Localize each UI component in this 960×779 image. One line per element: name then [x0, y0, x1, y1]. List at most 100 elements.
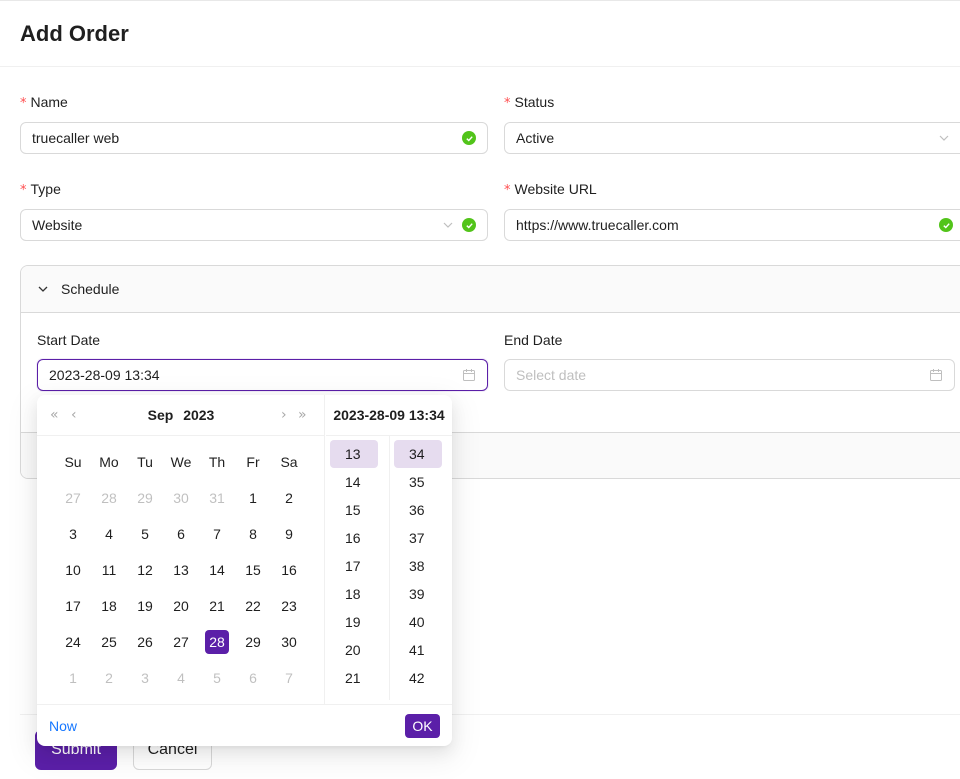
hour-option[interactable]: 19: [330, 608, 378, 636]
end-date-label: End Date: [504, 332, 563, 348]
calendar-day[interactable]: 20: [163, 594, 199, 618]
hour-option[interactable]: 21: [330, 664, 378, 692]
calendar-day-number: 6: [177, 526, 185, 542]
calendar-day-number: 7: [213, 526, 221, 542]
calendar-day-number: 5: [213, 670, 221, 686]
now-link[interactable]: Now: [49, 718, 77, 734]
minute-option[interactable]: 35: [394, 468, 442, 496]
calendar-day-selected[interactable]: 28: [199, 630, 235, 654]
calendar-day[interactable]: 19: [127, 594, 163, 618]
type-select-value: Website: [32, 217, 83, 233]
calendar-day[interactable]: 25: [91, 630, 127, 654]
calendar-day[interactable]: 6: [235, 666, 271, 690]
hour-option[interactable]: 16: [330, 524, 378, 552]
calendar-day-number: 3: [69, 526, 77, 542]
calendar-day-number: 13: [173, 562, 189, 578]
calendar-day[interactable]: 8: [235, 522, 271, 546]
calendar-day[interactable]: 26: [127, 630, 163, 654]
minute-option[interactable]: 34: [394, 440, 442, 468]
calendar-day[interactable]: 24: [55, 630, 91, 654]
calendar-day[interactable]: 29: [235, 630, 271, 654]
calendar-day[interactable]: 11: [91, 558, 127, 582]
hour-column[interactable]: 13 14 15 16 17 18 19 20 21: [330, 440, 386, 692]
schedule-title: Schedule: [61, 281, 120, 297]
calendar-day[interactable]: 16: [271, 558, 307, 582]
start-date-input[interactable]: 2023-28-09 13:34: [37, 359, 488, 391]
calendar-day-number: 8: [249, 526, 257, 542]
minute-option[interactable]: 37: [394, 524, 442, 552]
chevron-down-icon: [442, 219, 454, 231]
calendar-day[interactable]: 7: [271, 666, 307, 690]
minute-option[interactable]: 38: [394, 552, 442, 580]
required-mark: *: [20, 183, 27, 198]
calendar-day[interactable]: 12: [127, 558, 163, 582]
name-label: * Name: [20, 94, 68, 111]
next-month-icon[interactable]: ›: [281, 407, 287, 423]
calendar-week-row: 17 18 19 20 21 22 23: [55, 588, 307, 624]
hour-option[interactable]: 17: [330, 552, 378, 580]
calendar-day[interactable]: 4: [163, 666, 199, 690]
status-select[interactable]: Active: [504, 122, 960, 154]
type-select[interactable]: Website: [20, 209, 488, 241]
calendar-day-number: 30: [173, 490, 189, 506]
page-title: Add Order: [20, 21, 129, 46]
calendar-day-number: 25: [101, 634, 117, 650]
calendar-day[interactable]: 23: [271, 594, 307, 618]
calendar-day[interactable]: 31: [199, 486, 235, 510]
calendar-day[interactable]: 18: [91, 594, 127, 618]
calendar-day[interactable]: 2: [271, 486, 307, 510]
weekday-label: Th: [208, 454, 226, 470]
calendar-day[interactable]: 5: [127, 522, 163, 546]
calendar-day[interactable]: 17: [55, 594, 91, 618]
minute-option[interactable]: 42: [394, 664, 442, 692]
schedule-collapse-header[interactable]: Schedule: [21, 266, 960, 313]
super-next-year-icon[interactable]: »: [298, 407, 307, 423]
calendar-day[interactable]: 2: [91, 666, 127, 690]
calendar-day[interactable]: 9: [271, 522, 307, 546]
calendar-day[interactable]: 7: [199, 522, 235, 546]
calendar-day-number: 11: [101, 562, 117, 578]
calendar-day[interactable]: 22: [235, 594, 271, 618]
status-label: * Status: [504, 94, 555, 111]
name-input[interactable]: truecaller web: [20, 122, 488, 154]
calendar-day[interactable]: 15: [235, 558, 271, 582]
calendar-day[interactable]: 30: [271, 630, 307, 654]
calendar-day[interactable]: 5: [199, 666, 235, 690]
minute-option[interactable]: 39: [394, 580, 442, 608]
ok-button[interactable]: OK: [405, 714, 440, 738]
calendar-day[interactable]: 27: [55, 486, 91, 510]
calendar-day[interactable]: 30: [163, 486, 199, 510]
calendar-day[interactable]: 28: [91, 486, 127, 510]
calendar-day[interactable]: 14: [199, 558, 235, 582]
hour-option[interactable]: 14: [330, 468, 378, 496]
hour-option[interactable]: 15: [330, 496, 378, 524]
calendar-day[interactable]: 1: [55, 666, 91, 690]
minute-option[interactable]: 41: [394, 636, 442, 664]
calendar-day[interactable]: 6: [163, 522, 199, 546]
minute-option[interactable]: 36: [394, 496, 442, 524]
calendar-day[interactable]: 10: [55, 558, 91, 582]
calendar-day[interactable]: 29: [127, 486, 163, 510]
calendar-day[interactable]: 21: [199, 594, 235, 618]
type-label: * Type: [20, 181, 61, 198]
hour-option[interactable]: 20: [330, 636, 378, 664]
minute-column[interactable]: 34 35 36 37 38 39 40 41 42: [394, 440, 450, 692]
website-url-input[interactable]: https://www.truecaller.com: [504, 209, 960, 241]
hour-option[interactable]: 18: [330, 580, 378, 608]
minute-option[interactable]: 40: [394, 608, 442, 636]
calendar-day[interactable]: 4: [91, 522, 127, 546]
check-circle-icon: [462, 131, 476, 145]
end-date-input[interactable]: Select date: [504, 359, 955, 391]
calendar-day[interactable]: 13: [163, 558, 199, 582]
status-select-value: Active: [516, 130, 555, 146]
calendar-day-number: 3: [141, 670, 149, 686]
calendar-day-number: 29: [137, 490, 153, 506]
year-button[interactable]: 2023: [183, 407, 214, 423]
calendar-day[interactable]: 1: [235, 486, 271, 510]
calendar-day[interactable]: 27: [163, 630, 199, 654]
hour-option[interactable]: 13: [330, 440, 378, 468]
calendar-day[interactable]: 3: [55, 522, 91, 546]
calendar-day[interactable]: 3: [127, 666, 163, 690]
month-button[interactable]: Sep: [148, 407, 174, 423]
end-date-placeholder: Select date: [516, 367, 587, 383]
